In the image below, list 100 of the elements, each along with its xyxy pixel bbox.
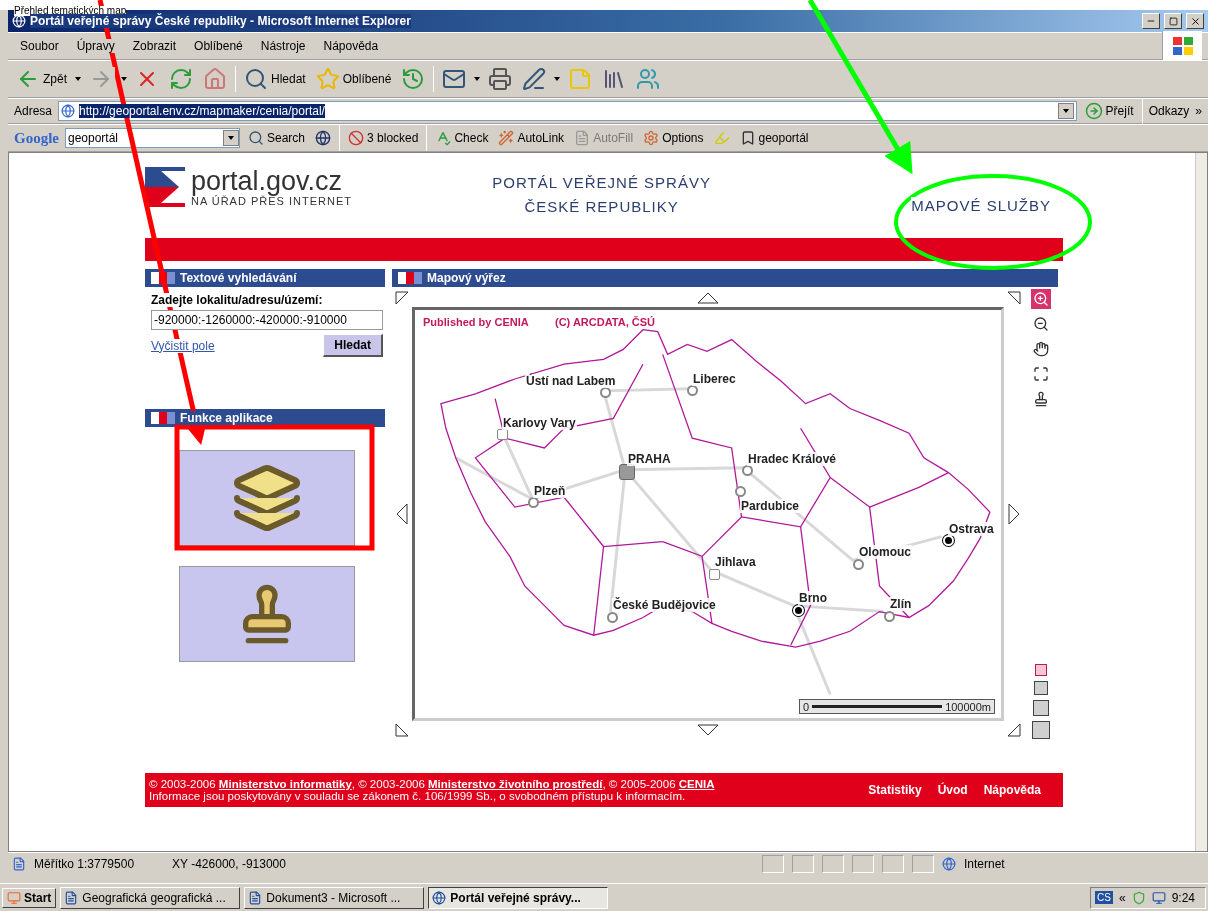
status-pane <box>822 854 844 873</box>
map-size-button[interactable] <box>1032 721 1050 739</box>
status-pane <box>852 854 874 873</box>
panel-heading: Textové vyhledávání <box>145 269 385 287</box>
history-icon <box>401 67 426 91</box>
logo-flag-icon <box>145 167 185 207</box>
caret-icon[interactable] <box>75 77 81 81</box>
note-icon <box>568 67 593 91</box>
footer-link[interactable]: CENIA <box>678 778 715 790</box>
map-size-button[interactable] <box>1035 664 1047 676</box>
pen-icon <box>522 67 547 91</box>
printer-icon <box>488 67 513 91</box>
status-pane <box>762 854 784 873</box>
taskbar-button[interactable]: Geografická geografická ... <box>60 886 241 909</box>
go-button[interactable]: Přejít <box>1082 102 1136 120</box>
links-label[interactable]: Odkazy <box>1148 104 1190 118</box>
google-search-field[interactable]: geoportál <box>65 128 240 148</box>
zoom-out-icon <box>1033 316 1049 332</box>
footer-nav-link[interactable]: Úvod <box>937 783 968 797</box>
mail-icon <box>442 67 467 91</box>
browser-icon <box>432 890 447 905</box>
map-tool-button[interactable] <box>1031 364 1051 384</box>
pan-arrow-icon[interactable] <box>1007 723 1021 737</box>
map-tool-button[interactable] <box>1031 339 1051 359</box>
logo-text: portal.gov.cz <box>191 167 344 195</box>
status-pane <box>912 854 934 873</box>
scrollbar[interactable] <box>1195 153 1207 851</box>
function-tile[interactable] <box>179 450 355 546</box>
flag-icon <box>151 272 175 284</box>
wand-icon <box>498 130 515 146</box>
window-title: Portál veřejné správy České republiky - Microsoft Internet Explorer <box>30 14 411 28</box>
taskbar-button[interactable]: Dokument3 - Microsoft ... <box>244 886 425 909</box>
copyright-line: © 2003-2006 Ministerstvo informatiky, © 2003-2006 Ministerstvo životního prostředí, © 2005-2006 CENIA <box>149 778 715 790</box>
search-icon <box>244 67 268 91</box>
city-label: Jihlava <box>714 555 757 569</box>
city-label: Zlín <box>889 597 913 611</box>
google-toolbar-button[interactable]: Options <box>641 130 706 146</box>
globe-icon <box>942 856 956 871</box>
pan-arrow-icon[interactable] <box>697 724 719 736</box>
clear-field-link[interactable]: Vyčistit pole <box>151 338 215 353</box>
logo-tagline: NA ÚŘAD PŘES INTERNET <box>191 195 352 207</box>
map-size-button[interactable] <box>1034 681 1048 695</box>
caret-icon[interactable] <box>474 77 481 81</box>
city-label: České Budějovice <box>612 598 717 612</box>
document-icon <box>248 890 263 905</box>
monitor-icon[interactable] <box>1151 890 1166 905</box>
pan-arrow-icon[interactable] <box>395 723 409 737</box>
map-services-title: MAPOVÉ SLUŽBY <box>911 197 1051 214</box>
caret-icon[interactable] <box>554 77 561 81</box>
spellcheck-icon <box>435 130 452 146</box>
tray-expand[interactable]: « <box>1118 890 1126 905</box>
footer-link[interactable]: Ministerstvo informatiky <box>218 778 352 790</box>
people-icon <box>636 67 661 91</box>
restore-button[interactable] <box>1164 13 1182 29</box>
more-chevron[interactable]: » <box>1195 104 1202 118</box>
address-field[interactable]: http://geoportal.env.cz/mapmaker/cenia/portal/ <box>58 101 1077 121</box>
pan-arrow-icon[interactable] <box>396 503 408 525</box>
close-icon <box>1189 15 1201 27</box>
footer-nav-link[interactable]: Nápověda <box>983 783 1041 797</box>
pan-arrow-icon[interactable] <box>697 292 719 304</box>
pan-arrow-icon[interactable] <box>1008 503 1020 525</box>
map-size-button[interactable] <box>1033 700 1049 716</box>
scale-status: Měřítko 1:3779500 <box>34 856 135 871</box>
function-tile[interactable] <box>179 566 355 662</box>
refresh-icon <box>169 67 193 91</box>
search-icon <box>248 130 264 146</box>
blocked-popup-icon <box>348 130 365 146</box>
pan-arrow-icon[interactable] <box>1007 291 1021 305</box>
city-label: Karlovy Vary <box>502 416 577 430</box>
google-toolbar-button[interactable]: 3 blocked <box>346 130 421 146</box>
city-marker-icon <box>735 486 746 497</box>
panel-heading: Funkce aplikace <box>145 409 385 427</box>
taskbar-button[interactable]: Portál veřejné správy... <box>428 886 609 909</box>
dropdown-button[interactable] <box>1057 103 1074 119</box>
status-pane <box>792 854 814 873</box>
star-icon <box>315 67 340 91</box>
minimize-button[interactable] <box>1142 13 1160 29</box>
footer-nav-link[interactable]: Statistiky <box>868 783 922 797</box>
language-indicator[interactable]: CS <box>1095 891 1113 904</box>
google-toolbar-button[interactable]: AutoLink <box>496 130 567 146</box>
legal-notice: Informace jsou poskytovány v souladu se zákonem č. 106/1999 Sb., o svobodném přístupu k informacím. <box>149 790 687 802</box>
globe-icon <box>315 130 332 146</box>
zone-status: Internet <box>964 856 1006 871</box>
start-button[interactable]: Start <box>2 887 57 908</box>
panel-heading: Mapový výřez <box>392 269 1058 287</box>
scale-bar: 0 100000m <box>799 699 995 714</box>
city-marker-icon <box>709 569 720 580</box>
location-input[interactable]: -920000:-1260000:-420000:-910000 <box>151 310 383 330</box>
find-location-button[interactable]: Hledat <box>323 334 383 357</box>
close-button[interactable] <box>1186 13 1204 29</box>
field-label: Zadejte lokalitu/adresu/území: <box>151 293 323 307</box>
caret-icon[interactable] <box>121 77 127 81</box>
highlighter-icon <box>713 130 730 146</box>
google-toolbar-button[interactable]: Search <box>246 130 308 146</box>
google-toolbar-button[interactable] <box>313 130 334 146</box>
document-icon <box>64 890 79 905</box>
map-layers-icon <box>231 462 303 534</box>
restore-icon <box>1168 16 1178 26</box>
pan-arrow-icon[interactable] <box>395 291 409 305</box>
zoom-in-icon <box>1033 291 1049 307</box>
